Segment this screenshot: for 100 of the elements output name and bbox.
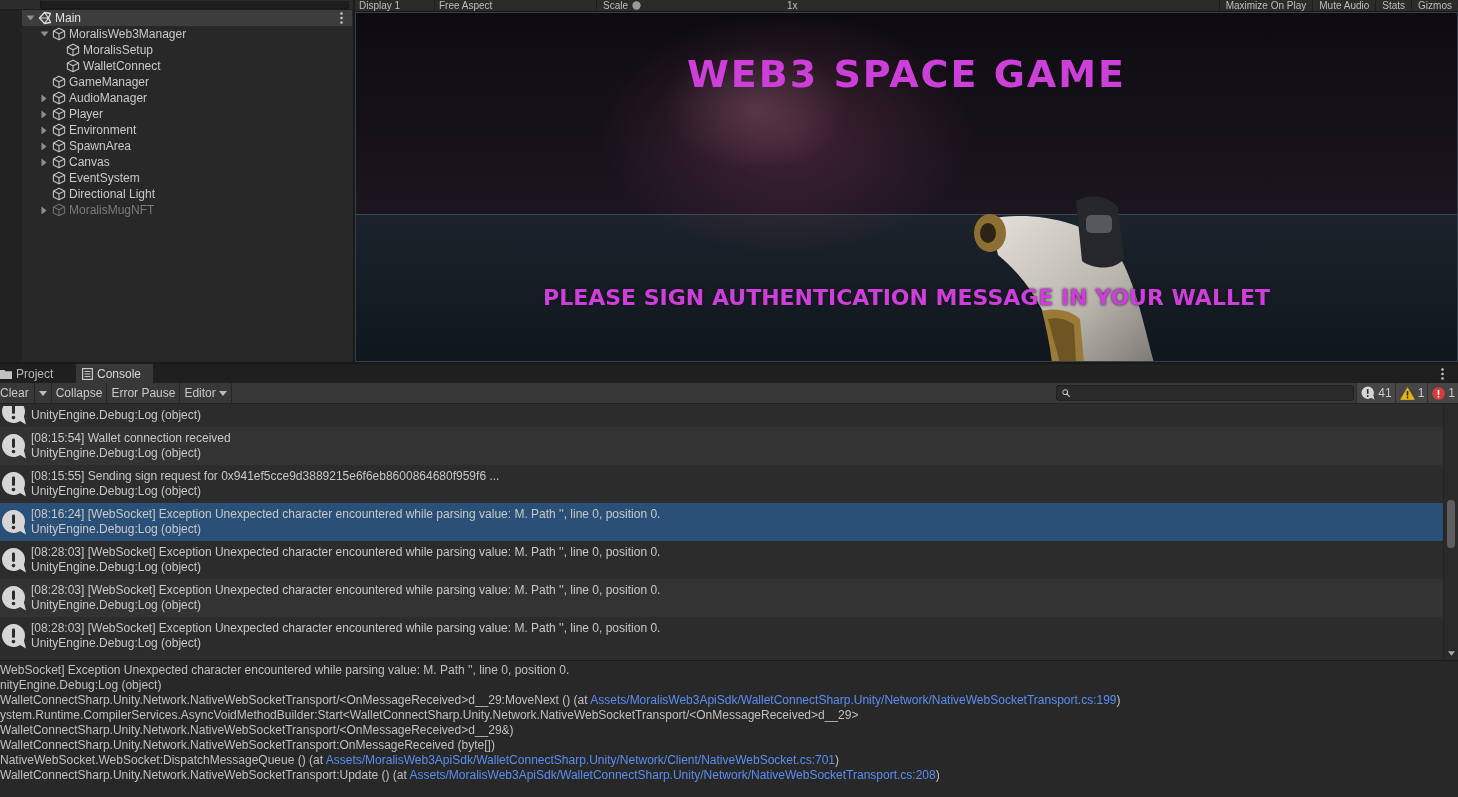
hierarchy-item[interactable]: MoralisSetup <box>83 43 154 57</box>
log-entry[interactable]: [08:15:54] Wallet connection received UnityEngine.Debug:Log (object) <box>0 427 1443 465</box>
hierarchy-item[interactable]: Directional Light <box>69 187 156 201</box>
cube-icon <box>66 59 80 73</box>
stack-trace-line: WalletConnectSharp.Unity.Network.NativeWebSocketTransport/<OnMessageReceived>d__29&) <box>0 723 514 738</box>
log-entry[interactable]: UnityEngine.Debug:Log (object) <box>0 404 1443 427</box>
info-icon <box>1 433 27 459</box>
log-filter-button[interactable]: 41 <box>1356 383 1395 403</box>
log-message: [08:15:54] Wallet connection received <box>31 431 231 446</box>
search-icon <box>1062 389 1071 397</box>
cube-icon <box>66 43 80 57</box>
cube-icon <box>52 155 66 169</box>
hierarchy-item[interactable]: MoralisWeb3Manager <box>69 27 187 41</box>
file-link[interactable]: Assets/MoralisWeb3ApiSdk/WalletConnectSharp.Unity/Network/NativeWebSocketTransport.cs:208 <box>409 768 936 782</box>
foldout-arrow-icon[interactable] <box>25 15 35 21</box>
log-message: [08:28:03] [WebSocket] Exception Unexpected character encountered while parsing value: M. Path '', line 0, position 0. <box>31 621 661 636</box>
log-trace: UnityEngine.Debug:Log (object) <box>31 598 203 613</box>
log-filter-button[interactable]: 1 <box>1394 383 1428 403</box>
hierarchy-item[interactable]: Environment <box>69 123 137 137</box>
log-trace: UnityEngine.Debug:Log (object) <box>31 522 203 537</box>
log-entry[interactable]: [08:16:24] [WebSocket] Exception Unexpected character encountered while parsing value: M. Path '', line 0, position 0. UnityEngine.Debug:Log (object) <box>0 503 1443 541</box>
cube-icon <box>52 107 66 121</box>
stack-trace-line: WalletConnectSharp.Unity.Network.NativeWebSocketTransport/<OnMessageReceived>d__29:MoveNext () (at Assets/MoralisWeb3ApiSdk/WalletConnectSharp.Unity/Network/NativeWebSocketTransport.cs:199) <box>0 693 1121 708</box>
toggle-button[interactable]: Mute Audio <box>1312 0 1376 11</box>
foldout-arrow-icon[interactable] <box>41 93 47 103</box>
scene-header[interactable]: Main <box>22 10 352 26</box>
slider-thumb[interactable] <box>632 1 641 10</box>
info-icon <box>1 471 27 497</box>
log-message: [08:16:24] [WebSocket] Exception Unexpected character encountered while parsing value: M. Path '', line 0, position 0. <box>31 507 661 522</box>
stack-trace-line: WalletConnectSharp.Unity.Network.NativeWebSocketTransport:OnMessageReceived (byte[]) <box>0 738 495 753</box>
log-trace: UnityEngine.Debug:Log (object) <box>31 636 203 651</box>
file-link[interactable]: Assets/MoralisWeb3ApiSdk/WalletConnectSharp.Unity/Network/NativeWebSocketTransport.cs:199 <box>590 693 1117 707</box>
foldout-arrow-icon[interactable] <box>41 205 47 215</box>
slider-value: 1x <box>787 0 798 11</box>
hierarchy-item[interactable]: WalletConnect <box>83 59 161 73</box>
caret-icon <box>38 390 47 396</box>
toggle-button[interactable]: Stats <box>1375 0 1412 11</box>
error-icon <box>1432 386 1446 400</box>
toggle-button[interactable]: Collapse <box>51 383 108 403</box>
cube-icon <box>52 91 66 105</box>
hierarchy-item[interactable]: AudioManager <box>69 91 148 105</box>
log-message: [08:15:55] Sending sign request for 0x941ef5cce9d3889215e6f6eb8600864680f959f6 ... <box>31 469 500 484</box>
stack-trace-line: nityEngine.Debug:Log (object) <box>0 678 162 693</box>
stack-trace-line: NativeWebSocket.WebSocket:DispatchMessageQueue () (at Assets/MoralisWeb3ApiSdk/WalletConnectSharp.Unity/Network/Client/NativeWebSocket.cs:701) <box>0 753 840 768</box>
toggle-button[interactable]: Maximize On Play <box>1218 0 1313 11</box>
scene-icon <box>38 11 52 25</box>
foldout-arrow-icon[interactable] <box>41 125 47 135</box>
info-icon <box>1 509 27 535</box>
kebab-menu-icon[interactable] <box>1441 367 1444 380</box>
cube-icon <box>52 75 66 89</box>
stack-trace-line: WalletConnectSharp.Unity.Network.NativeWebSocketTransport:Update () (at Assets/MoralisWeb3ApiSdk/WalletConnectSharp.Unity/Network/NativeWebSocketTransport.cs:208) <box>0 768 940 783</box>
log-trace: UnityEngine.Debug:Log (object) <box>31 408 202 423</box>
log-entry[interactable]: [08:28:03] [WebSocket] Exception Unexpected character encountered while parsing value: M. Path '', line 0, position 0. UnityEngine.Debug:Log (object) <box>0 617 1443 655</box>
info-icon <box>1 406 27 425</box>
caret-icon <box>218 390 227 396</box>
hierarchy-item[interactable]: SpawnArea <box>69 139 132 153</box>
tab[interactable]: Console <box>76 364 154 383</box>
log-message: [08:28:03] [WebSocket] Exception Unexpected character encountered while parsing value: M. Path '', line 0, position 0. <box>31 545 661 560</box>
info-icon <box>1 585 27 611</box>
log-entry[interactable]: [08:28:03] [WebSocket] Exception Unexpected character encountered while parsing value: M. Path '', line 0, position 0. UnityEngine.Debug:Log (object) <box>0 541 1443 579</box>
log-entry[interactable]: [08:28:03] [WebSocket] Exception Unexpected character encountered while parsing value: M. Path '', line 0, position 0. UnityEngine.Debug:Log (object) <box>0 579 1443 617</box>
log-entry[interactable]: [08:15:55] Sending sign request for 0x941ef5cce9d3889215e6f6eb8600864680f959f6 ... UnityEngine.Debug:Log (object) <box>0 465 1443 503</box>
console-icon <box>82 367 93 380</box>
log-trace: UnityEngine.Debug:Log (object) <box>31 560 203 575</box>
stack-trace-line: WebSocket] Exception Unexpected character encountered while parsing value: M. Path '', line 0, position 0. <box>0 663 570 678</box>
info-icon <box>1 547 27 573</box>
search-field[interactable] <box>40 1 349 9</box>
scrollbar-thumb[interactable] <box>1447 500 1455 548</box>
folder-icon <box>0 368 12 379</box>
warning-icon <box>1399 386 1415 400</box>
log-trace: UnityEngine.Debug:Log (object) <box>31 446 203 461</box>
foldout-arrow-icon[interactable] <box>41 157 47 167</box>
cube-icon <box>52 171 66 185</box>
search-field[interactable] <box>1056 385 1355 401</box>
cube-icon <box>52 123 66 137</box>
log-filter-button[interactable]: 1 <box>1427 383 1458 403</box>
cube-icon <box>52 203 66 217</box>
kebab-menu-icon[interactable] <box>340 12 343 24</box>
toolbar-button[interactable]: Clear <box>0 383 35 403</box>
game-title: WEB3 SPACE GAME <box>686 53 1127 95</box>
foldout-arrow-icon[interactable] <box>41 141 47 151</box>
hierarchy-item[interactable]: Player <box>69 107 103 121</box>
dropdown[interactable]: Free Aspect <box>435 0 597 11</box>
cube-icon <box>52 187 66 201</box>
foldout-arrow-icon[interactable] <box>39 31 49 37</box>
cube-icon <box>52 27 66 41</box>
scroll-down-icon[interactable] <box>1447 651 1455 656</box>
cube-icon <box>52 139 66 153</box>
dropdown[interactable]: Editor <box>180 383 232 403</box>
hierarchy-item[interactable]: Canvas <box>69 155 110 169</box>
info-icon <box>1 623 27 649</box>
log-message: [08:28:03] [WebSocket] Exception Unexpected character encountered while parsing value: M. Path '', line 0, position 0. <box>31 583 661 598</box>
dropdown[interactable]: Display 1 <box>355 0 435 11</box>
tab[interactable]: Project <box>0 364 76 383</box>
file-link[interactable]: Assets/MoralisWeb3ApiSdk/WalletConnectSharp.Unity/Network/Client/NativeWebSocket.cs:701 <box>325 753 836 767</box>
hierarchy-item[interactable]: EventSystem <box>69 171 140 185</box>
foldout-arrow-icon[interactable] <box>41 109 47 119</box>
hierarchy-item[interactable]: GameManager <box>69 75 150 89</box>
toggle-button[interactable]: Error Pause <box>107 383 181 403</box>
toggle-button[interactable]: Gizmos <box>1411 0 1458 11</box>
